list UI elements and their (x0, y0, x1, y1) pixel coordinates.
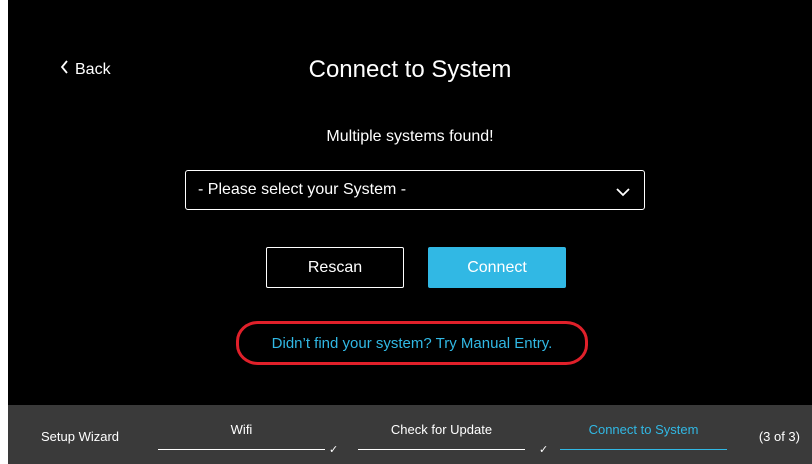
connect-button[interactable]: Connect (428, 247, 566, 288)
check-icon: ✓ (329, 444, 339, 456)
app-screen: Back Connect to System Multiple systems … (0, 0, 812, 464)
manual-entry-link[interactable]: Didn’t find your system? Try Manual Entr… (272, 335, 553, 352)
wizard-footer: Setup Wizard Wifi ✓ Check for Update ✓ C… (8, 405, 812, 464)
check-icon: ✓ (539, 444, 549, 456)
page-title: Connect to System (308, 56, 512, 83)
manual-entry-highlight: Didn’t find your system? Try Manual Entr… (236, 321, 588, 365)
status-message: Multiple systems found! (326, 128, 494, 145)
wizard-label: Setup Wizard (41, 429, 120, 444)
chevron-down-icon (616, 184, 630, 202)
step-connect-system: Connect to System (588, 422, 699, 437)
step-wifi: Wifi (230, 422, 253, 437)
progress-indicator: (3 of 3) (758, 429, 800, 444)
main-panel: Back Connect to System Multiple systems … (8, 0, 812, 405)
step-check-update-line (358, 449, 525, 450)
system-select-value: - Please select your System - (198, 181, 407, 198)
system-select[interactable]: - Please select your System - (185, 170, 645, 210)
step-wifi-line (158, 449, 325, 450)
step-check-update: Check for Update (390, 422, 493, 437)
step-connect-system-line (560, 449, 727, 450)
rescan-button[interactable]: Rescan (266, 247, 404, 288)
